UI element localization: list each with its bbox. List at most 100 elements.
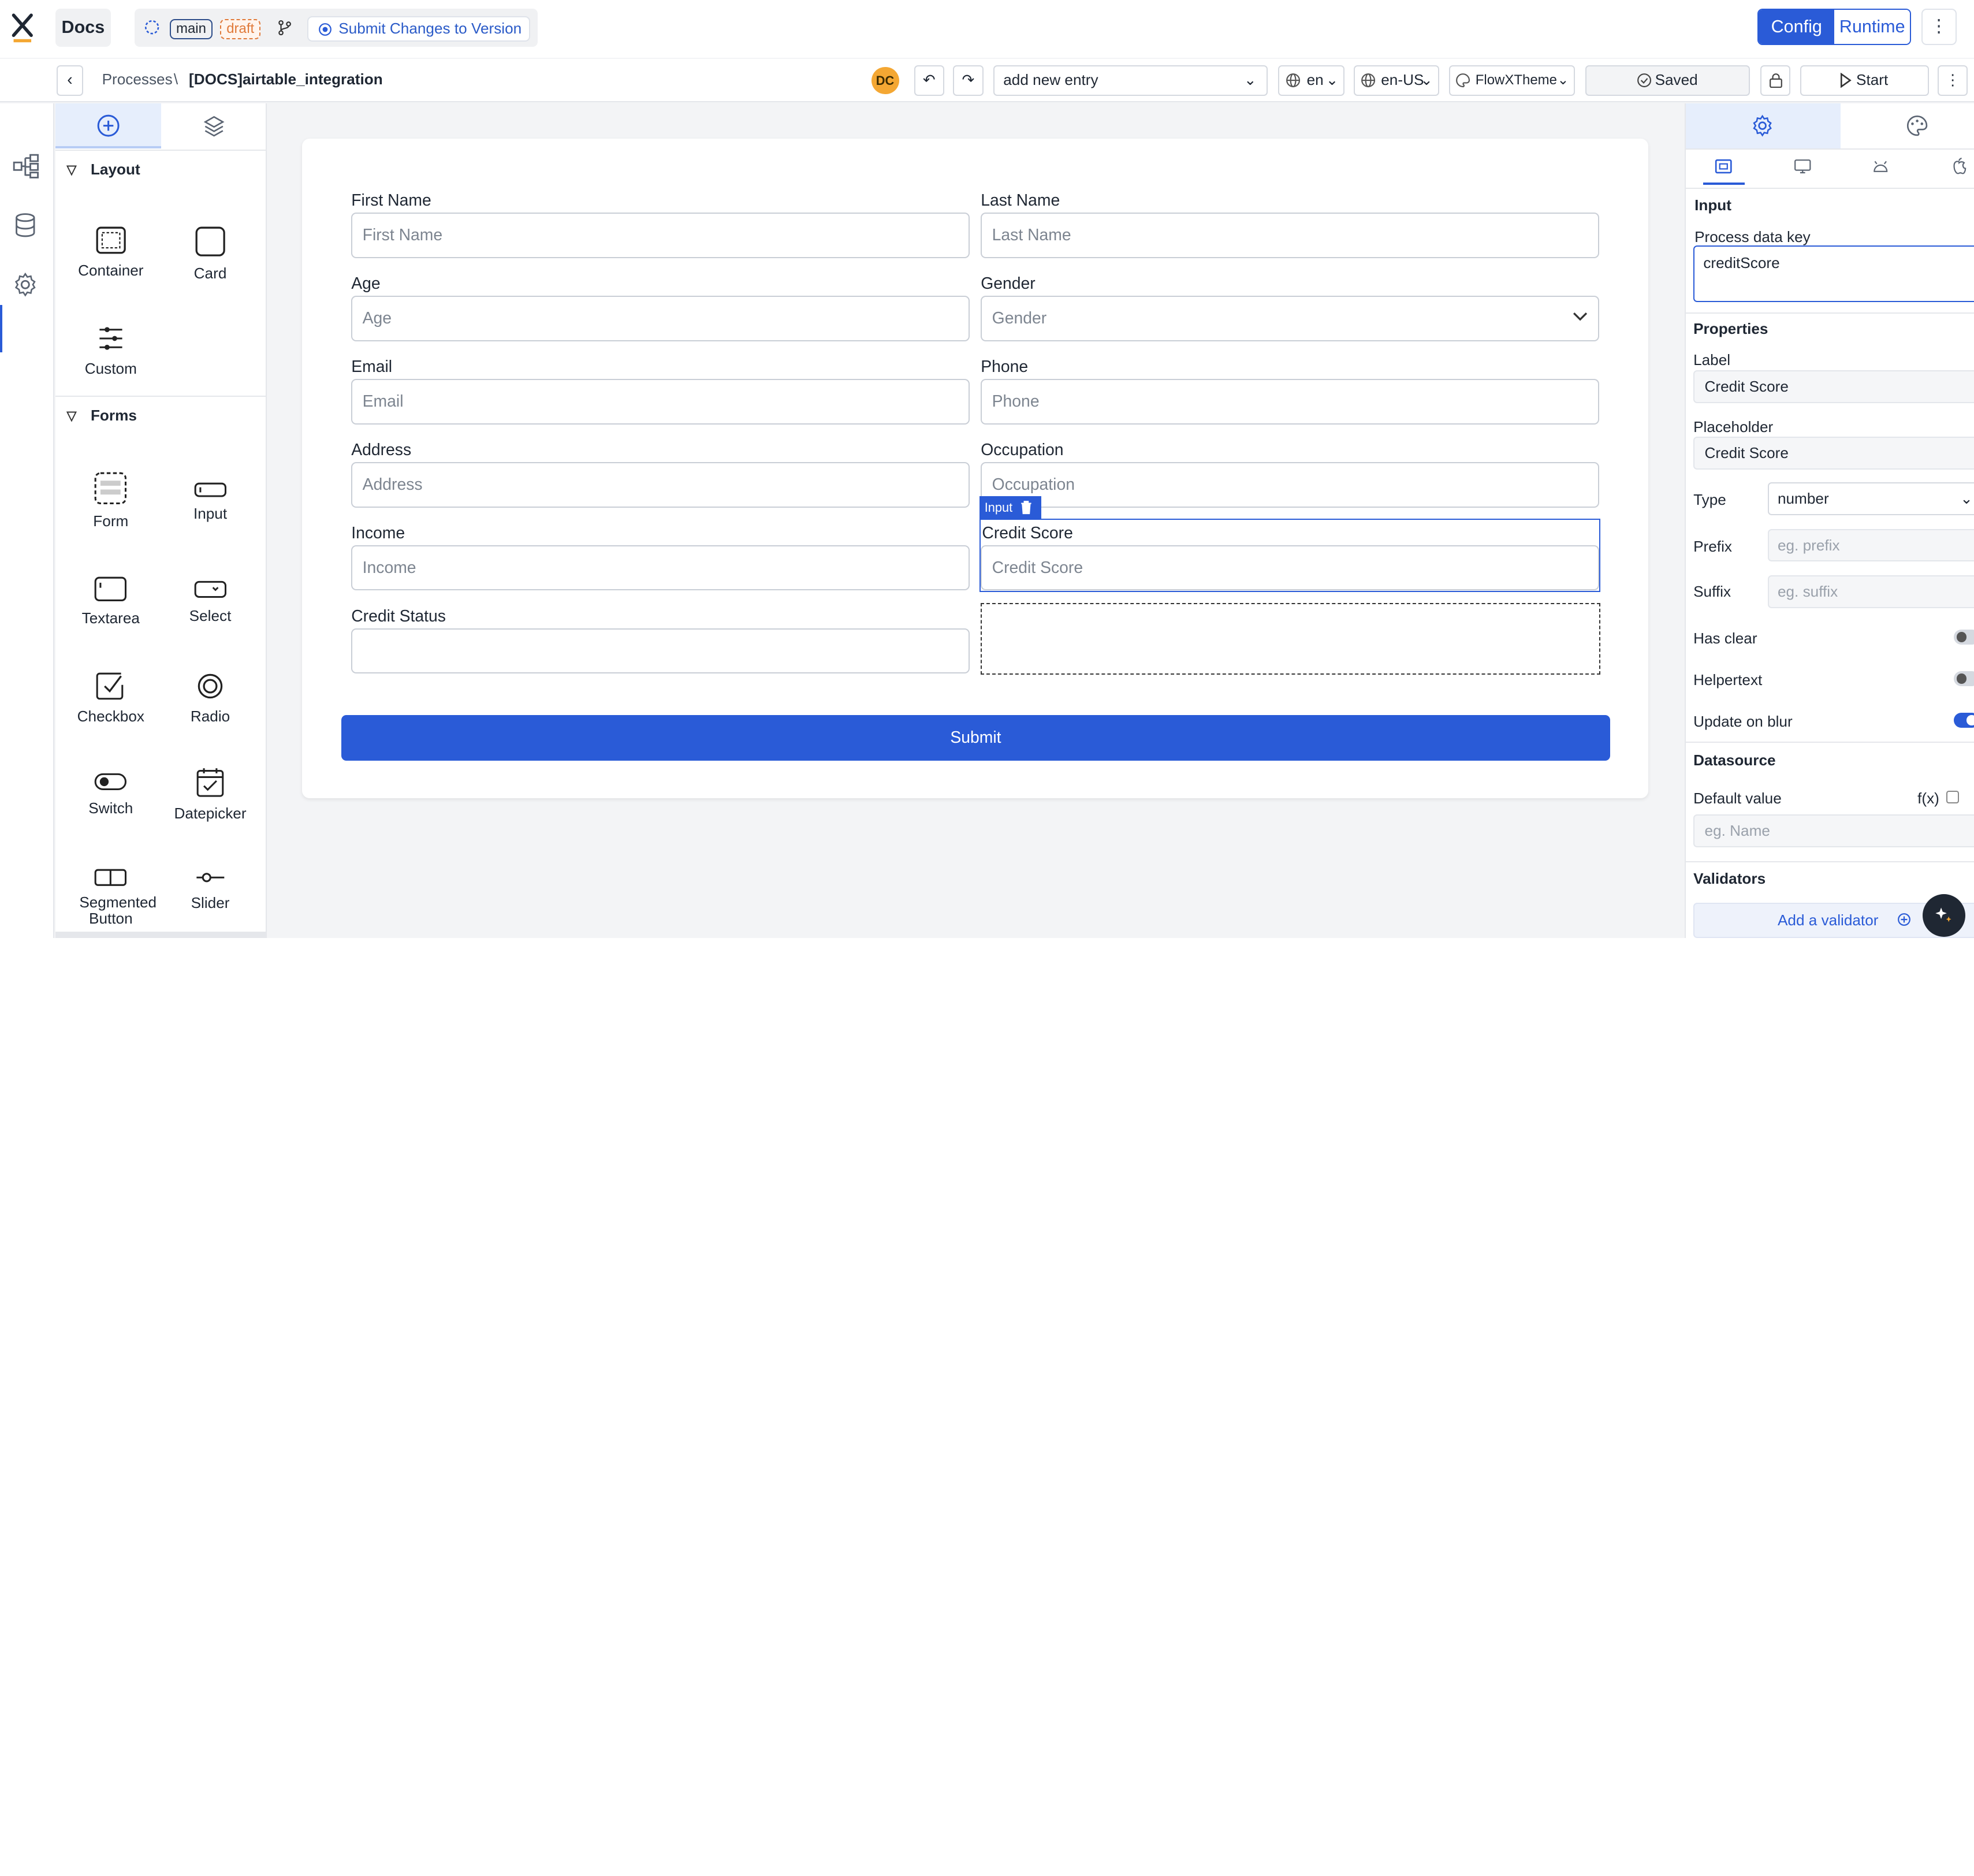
theme-select[interactable]: FlowXTheme ⌄ bbox=[1449, 65, 1576, 96]
suffix-field[interactable]: eg. suffix bbox=[1767, 575, 1974, 608]
settings-gear-icon[interactable] bbox=[13, 272, 38, 297]
component-form[interactable]: Form bbox=[67, 472, 155, 530]
component-container[interactable]: Container bbox=[67, 226, 155, 280]
platform-web-icon[interactable] bbox=[1715, 159, 1733, 174]
toggle-knob bbox=[1956, 632, 1967, 642]
apple-icon[interactable] bbox=[1950, 157, 1968, 175]
component-textarea[interactable]: Textarea bbox=[67, 576, 155, 627]
component-checkbox[interactable]: Checkbox bbox=[67, 672, 155, 725]
age-input[interactable]: Age bbox=[351, 296, 970, 341]
avatar[interactable]: DC bbox=[871, 66, 899, 95]
component-segmented-button[interactable]: Segmented Button bbox=[67, 869, 157, 926]
mode-config-button[interactable]: Config bbox=[1759, 10, 1835, 44]
drop-zone[interactable] bbox=[981, 603, 1600, 675]
prefix-field[interactable]: eg. prefix bbox=[1767, 528, 1974, 562]
first-name-input[interactable]: First Name bbox=[351, 213, 970, 258]
lock-button[interactable] bbox=[1760, 65, 1790, 96]
process-flow-icon[interactable] bbox=[13, 154, 40, 179]
default-value-field[interactable]: eg. Name bbox=[1693, 814, 1974, 848]
divider bbox=[1684, 742, 1974, 743]
has-clear-toggle[interactable] bbox=[1954, 630, 1974, 645]
update-on-blur-toggle[interactable] bbox=[1954, 712, 1974, 728]
occupation-input[interactable]: Occupation bbox=[981, 462, 1599, 508]
git-branch-icon[interactable] bbox=[277, 20, 292, 36]
language-select[interactable]: en ⌄ bbox=[1277, 65, 1345, 96]
tab-styles[interactable] bbox=[1841, 103, 1974, 148]
component-radio[interactable]: Radio bbox=[166, 672, 255, 725]
gender-select[interactable]: Gender bbox=[981, 296, 1599, 341]
redo-button[interactable]: ↷ bbox=[953, 65, 984, 96]
back-button[interactable]: ‹ bbox=[57, 65, 83, 96]
submit-changes-button[interactable]: Submit Changes to Version bbox=[307, 16, 530, 42]
trash-icon[interactable] bbox=[1020, 500, 1033, 515]
start-label: Start bbox=[1856, 71, 1889, 89]
start-button[interactable]: Start bbox=[1800, 65, 1929, 96]
top-bar: Docs main draft Submit Changes to Versio… bbox=[0, 0, 1974, 58]
card-icon bbox=[195, 226, 225, 257]
type-select[interactable]: number ⌄ bbox=[1767, 482, 1974, 515]
label-field[interactable]: Credit Score bbox=[1693, 370, 1974, 403]
top-more-button[interactable]: ⋮ bbox=[1921, 9, 1957, 46]
selected-tag-label: Input bbox=[984, 500, 1013, 515]
layout-section-header[interactable]: ▽ Layout bbox=[55, 150, 267, 187]
tab-layers[interactable] bbox=[161, 103, 267, 148]
breadcrumb-processes[interactable]: Processes bbox=[102, 70, 173, 88]
field-label-occupation: Occupation bbox=[981, 441, 1064, 459]
component-card[interactable]: Card bbox=[166, 226, 255, 282]
palette-icon bbox=[1455, 73, 1470, 88]
component-datepicker[interactable]: Datepicker bbox=[166, 767, 255, 822]
submit-button[interactable]: Submit bbox=[341, 715, 1611, 761]
address-input[interactable]: Address bbox=[351, 462, 970, 508]
credit-score-input[interactable]: Credit Score bbox=[981, 545, 1599, 591]
check-circle-icon bbox=[1637, 73, 1652, 88]
income-input[interactable]: Income bbox=[351, 545, 970, 591]
field-label-last-name: Last Name bbox=[981, 191, 1060, 210]
undo-button[interactable]: ↶ bbox=[914, 65, 944, 96]
entry-select[interactable]: add new entry ⌄ bbox=[993, 65, 1268, 96]
component-select[interactable]: Select bbox=[166, 579, 255, 625]
flowx-logo[interactable] bbox=[10, 13, 35, 43]
forms-section-header[interactable]: ▽ Forms bbox=[55, 395, 267, 433]
placeholder-field[interactable]: Credit Score bbox=[1693, 437, 1974, 470]
field-label-phone: Phone bbox=[981, 358, 1029, 377]
email-input[interactable]: Email bbox=[351, 379, 970, 425]
credit-status-input[interactable] bbox=[351, 628, 970, 674]
properties-section-title: Properties bbox=[1693, 319, 1768, 337]
forms-section-title: Forms bbox=[90, 406, 137, 424]
chevron-left-icon: ‹ bbox=[67, 70, 73, 90]
tab-add-components[interactable] bbox=[55, 103, 162, 149]
component-input[interactable]: Input bbox=[166, 482, 255, 523]
ai-assistant-button[interactable] bbox=[1922, 894, 1965, 937]
mode-switch: Config Runtime bbox=[1757, 9, 1912, 46]
helpertext-toggle[interactable] bbox=[1954, 671, 1974, 687]
toolbar-more-button[interactable]: ⋮ bbox=[1938, 65, 1968, 96]
phone-input[interactable]: Phone bbox=[981, 379, 1599, 425]
component-custom[interactable]: Custom bbox=[67, 325, 155, 378]
last-name-input[interactable]: Last Name bbox=[981, 213, 1599, 258]
locale-select[interactable]: en-US ⌄ bbox=[1353, 65, 1439, 96]
mode-runtime-button[interactable]: Runtime bbox=[1834, 10, 1910, 44]
draft-status-badge: draft bbox=[220, 18, 260, 39]
plus-circle-icon bbox=[97, 114, 120, 137]
android-icon[interactable] bbox=[1872, 159, 1890, 174]
component-label: Checkbox bbox=[77, 708, 144, 725]
fx-label: f(x) bbox=[1917, 789, 1939, 807]
monitor-icon[interactable] bbox=[1794, 159, 1812, 174]
segmented-button-icon bbox=[95, 869, 127, 887]
app-tab-docs[interactable]: Docs bbox=[55, 9, 111, 47]
rail-active-indicator bbox=[0, 304, 3, 353]
branch-bar: main draft Submit Changes to Version bbox=[135, 9, 538, 47]
component-switch[interactable]: Switch bbox=[67, 772, 155, 817]
component-label: Radio bbox=[190, 708, 230, 725]
database-icon[interactable] bbox=[13, 213, 38, 238]
type-value: number bbox=[1777, 489, 1829, 507]
panel-scrollbar[interactable] bbox=[55, 932, 267, 939]
field-label-gender: Gender bbox=[981, 274, 1036, 293]
fx-checkbox[interactable] bbox=[1946, 791, 1960, 803]
branch-name-badge[interactable]: main bbox=[170, 18, 213, 39]
component-slider[interactable]: Slider bbox=[166, 869, 255, 912]
process-key-field[interactable]: creditScore bbox=[1693, 245, 1974, 303]
validators-section-title: Validators bbox=[1693, 870, 1766, 888]
selected-element-tag[interactable]: Input bbox=[979, 496, 1041, 519]
tab-settings[interactable] bbox=[1685, 103, 1841, 149]
